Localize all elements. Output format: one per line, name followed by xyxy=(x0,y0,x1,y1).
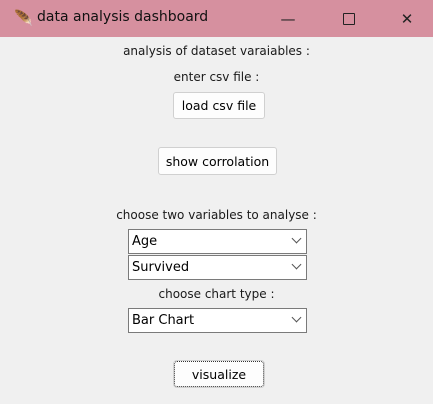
chevron-down-icon xyxy=(291,259,302,270)
variable1-value: Age xyxy=(132,234,158,249)
close-icon: ✕ xyxy=(400,9,414,28)
visualize-button[interactable]: visualize xyxy=(173,360,265,388)
chart-type-value: Bar Chart xyxy=(132,313,195,328)
chevron-down-icon xyxy=(291,233,302,244)
variable2-value: Survived xyxy=(132,260,190,275)
header-label: analysis of dataset varaiables : xyxy=(123,44,310,58)
chart-type-label: choose chart type : xyxy=(158,287,275,301)
csv-label: enter csv file : xyxy=(173,70,260,84)
close-button[interactable]: ✕ xyxy=(384,5,430,32)
variables-label: choose two variables to analyse : xyxy=(116,208,317,222)
minimize-icon: — xyxy=(280,9,296,28)
maximize-button[interactable] xyxy=(326,5,372,32)
chart-type-select[interactable]: Bar Chart xyxy=(128,308,307,333)
window-title: data analysis dashboard xyxy=(37,9,209,25)
show-correlation-button[interactable]: show corrolation xyxy=(158,147,277,175)
chevron-down-icon xyxy=(291,312,302,323)
load-csv-button[interactable]: load csv file xyxy=(173,92,265,119)
feather-icon: 🪶 xyxy=(14,9,33,27)
title-bar: 🪶 data analysis dashboard — ✕ xyxy=(0,0,433,37)
maximize-icon xyxy=(343,12,355,25)
variable2-select[interactable]: Survived xyxy=(128,255,307,280)
variable1-select[interactable]: Age xyxy=(128,229,307,254)
minimize-button[interactable]: — xyxy=(265,5,311,32)
